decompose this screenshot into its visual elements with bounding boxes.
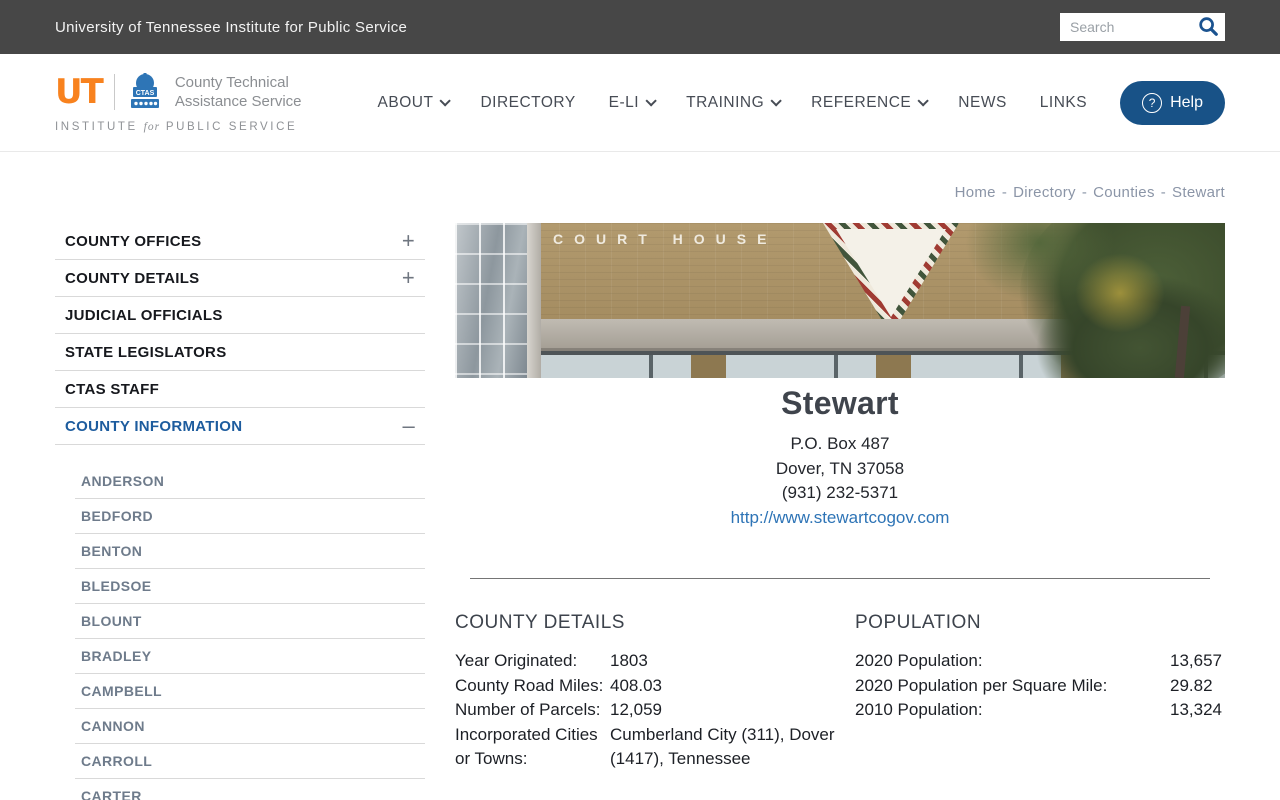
- address-line-1: P.O. Box 487: [790, 434, 890, 453]
- org-name: County Technical Assistance Service: [174, 73, 302, 110]
- page-title: Stewart: [781, 385, 899, 421]
- population-row: 2010 Population: 13,324: [855, 700, 1222, 719]
- site-header: UT CTAS County Technical Assistance Serv…: [0, 54, 1280, 152]
- courthouse-sign-text: COURT HOUSE: [553, 231, 778, 247]
- sidebar-item-county-offices[interactable]: COUNTY OFFICES +: [55, 223, 425, 260]
- nav-links[interactable]: LINKS: [1040, 94, 1087, 112]
- county-link-anderson[interactable]: ANDERSON: [75, 464, 425, 499]
- breadcrumb-current: Stewart: [1172, 184, 1225, 201]
- search-box[interactable]: [1060, 13, 1225, 41]
- wall-pillar: [527, 223, 541, 378]
- help-question-icon: ?: [1142, 92, 1163, 113]
- county-link-carroll[interactable]: CARROLL: [75, 744, 425, 779]
- breadcrumb-separator: -: [1081, 184, 1088, 201]
- county-address: P.O. Box 487 Dover, TN 37058 (931) 232-5…: [455, 432, 1225, 506]
- county-link-benton[interactable]: BENTON: [75, 534, 425, 569]
- county-link-bedford[interactable]: BEDFORD: [75, 499, 425, 534]
- plus-icon[interactable]: +: [402, 230, 415, 252]
- search-button[interactable]: [1197, 15, 1219, 40]
- main-nav: ABOUT DIRECTORY E-LI TRAINING REFERENCE …: [378, 80, 1225, 125]
- sidebar-item-ctas-staff[interactable]: CTAS STAFF: [55, 371, 425, 408]
- population-row: 2020 Population: 13,657: [855, 651, 1222, 670]
- chevron-down-icon: [645, 94, 657, 107]
- population-row: 2020 Population per Square Mile: 29.82: [855, 675, 1213, 695]
- glass-curtain-wall: [455, 223, 527, 378]
- nav-eli[interactable]: E-LI: [609, 94, 657, 112]
- tree-foliage: [1075, 253, 1165, 333]
- county-list: ANDERSON BEDFORD BENTON BLEDSOE BLOUNT B…: [75, 464, 425, 800]
- minus-icon[interactable]: –: [402, 415, 415, 437]
- nav-training[interactable]: TRAINING: [686, 94, 782, 112]
- detail-row: Incorporated Cities or Towns: Cumberland…: [455, 724, 835, 769]
- logo-divider: [113, 73, 115, 110]
- county-details-heading: COUNTY DETAILS: [455, 612, 625, 633]
- content-area: COUNTY OFFICES + COUNTY DETAILS + JUDICI…: [0, 223, 1280, 800]
- county-website-link[interactable]: http://www.stewartcogov.com: [731, 508, 950, 527]
- breadcrumb-separator: -: [1001, 184, 1008, 201]
- breadcrumb: Home - Directory - Counties - Stewart: [0, 184, 1280, 201]
- nav-news[interactable]: NEWS: [958, 94, 1007, 112]
- population-section: POPULATION 2020 Population: 13,657 2020 …: [855, 612, 1225, 772]
- section-divider: [470, 578, 1210, 579]
- chevron-down-icon: [917, 94, 930, 107]
- detail-row: County Road Miles: 408.03: [455, 675, 662, 695]
- county-link-bledsoe[interactable]: BLEDSOE: [75, 569, 425, 604]
- population-heading: POPULATION: [855, 612, 982, 633]
- breadcrumb-directory[interactable]: Directory: [1013, 184, 1076, 201]
- county-link-blount[interactable]: BLOUNT: [75, 604, 425, 639]
- county-link-bradley[interactable]: BRADLEY: [75, 639, 425, 674]
- detail-row: Number of Parcels: 12,059: [455, 700, 662, 719]
- search-input[interactable]: [1070, 19, 1197, 35]
- county-link-campbell[interactable]: CAMPBELL: [75, 674, 425, 709]
- county-details-section: COUNTY DETAILS Year Originated: 1803 Cou…: [455, 612, 845, 772]
- utility-bar: University of Tennessee Institute for Pu…: [0, 0, 1280, 54]
- breadcrumb-home[interactable]: Home: [955, 184, 996, 201]
- county-phone: (931) 232-5371: [781, 483, 899, 502]
- sidebar-item-county-details[interactable]: COUNTY DETAILS +: [55, 260, 425, 297]
- nav-reference[interactable]: REFERENCE: [811, 94, 930, 112]
- address-line-2: Dover, TN 37058: [775, 458, 905, 478]
- main-panel: COURT HOUSE Stewart P.O. Box 487 Dover, …: [455, 223, 1225, 800]
- ctas-capitol-icon: CTAS: [127, 72, 163, 111]
- sidebar-item-judicial-officials[interactable]: JUDICIAL OFFICIALS: [55, 297, 425, 334]
- nav-about[interactable]: ABOUT: [378, 94, 452, 112]
- ut-logo: UT: [55, 71, 104, 112]
- search-icon: [1197, 15, 1219, 40]
- institute-tagline: INSTITUTE for PUBLIC SERVICE: [55, 120, 298, 133]
- nav-directory[interactable]: DIRECTORY: [480, 94, 575, 112]
- breadcrumb-separator: -: [1160, 184, 1167, 201]
- help-button[interactable]: ? Help: [1120, 80, 1225, 125]
- site-title: University of Tennessee Institute for Pu…: [55, 18, 408, 36]
- sidebar: COUNTY OFFICES + COUNTY DETAILS + JUDICI…: [55, 223, 425, 800]
- chevron-down-icon: [770, 94, 782, 107]
- county-link-cannon[interactable]: CANNON: [75, 709, 425, 744]
- chevron-down-icon: [439, 94, 452, 107]
- svg-text:CTAS: CTAS: [136, 90, 155, 97]
- sidebar-item-state-legislators[interactable]: STATE LEGISLATORS: [55, 334, 425, 371]
- sidebar-item-county-information[interactable]: COUNTY INFORMATION –: [55, 408, 425, 445]
- ctas-logo[interactable]: UT CTAS County Technical Assistance Serv…: [55, 71, 302, 133]
- detail-row: Year Originated: 1803: [455, 651, 648, 670]
- county-link-carter[interactable]: CARTER: [75, 779, 425, 800]
- plus-icon[interactable]: +: [402, 267, 415, 289]
- breadcrumb-counties[interactable]: Counties: [1093, 184, 1155, 201]
- courthouse-photo: COURT HOUSE: [455, 223, 1225, 378]
